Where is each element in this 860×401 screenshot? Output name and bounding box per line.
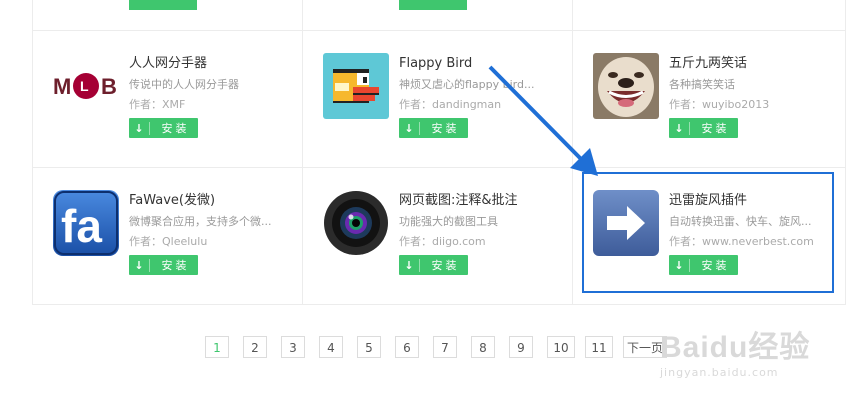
page-button-8[interactable]: 8: [471, 336, 495, 358]
page-button-4[interactable]: 4: [319, 336, 343, 358]
page-button-7[interactable]: 7: [433, 336, 457, 358]
page-button-5[interactable]: 5: [357, 336, 381, 358]
baidu-watermark: Baidu经验 jingyan.baidu.com: [660, 322, 810, 379]
page-button-11[interactable]: 11: [585, 336, 613, 358]
page-button-9[interactable]: 9: [509, 336, 533, 358]
watermark-main: Baidu经验: [660, 331, 811, 364]
watermark-sub: jingyan.baidu.com: [660, 366, 779, 379]
pagination: 1 2 3 4 5 6 7 8 9 10 11 下一页: [205, 336, 681, 358]
page-button-10[interactable]: 10: [547, 336, 575, 358]
page-button-6[interactable]: 6: [395, 336, 419, 358]
arrow-line: [488, 65, 584, 162]
page-button-3[interactable]: 3: [281, 336, 305, 358]
page-button-1[interactable]: 1: [205, 336, 229, 358]
page-button-2[interactable]: 2: [243, 336, 267, 358]
